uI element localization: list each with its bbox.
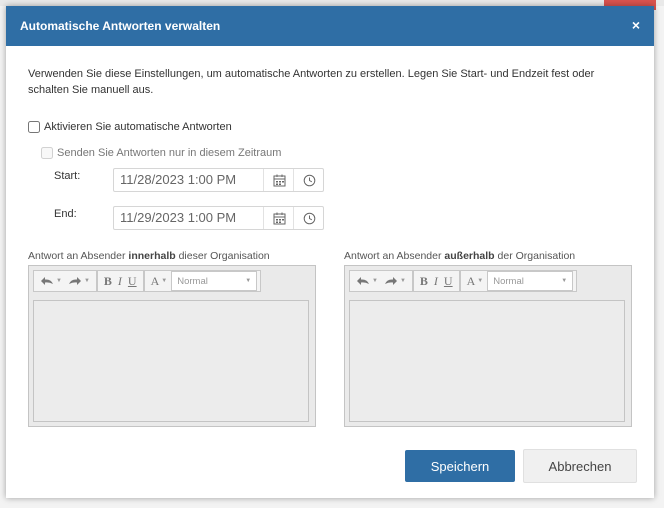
enable-auto-reply-label: Aktivieren Sie automatische Antworten (44, 121, 232, 133)
format-select[interactable]: Normal ▼ (487, 271, 574, 291)
undo-icon[interactable]: ▼ (40, 276, 62, 286)
style-group: A ▼ Normal ▼ (459, 270, 578, 292)
outside-reply-editor: ▼ ▼ B I U A ▼ Normal ▼ (344, 265, 632, 427)
end-label: End: (54, 208, 77, 220)
start-label: Start: (54, 170, 81, 182)
inside-label-bold: innerhalb (128, 250, 176, 262)
format-select-value: Normal (177, 275, 208, 287)
inside-editor-label: Antwort an Absender innerhalb dieser Org… (28, 250, 270, 262)
time-range-checkbox[interactable]: Senden Sie Antworten nur in diesem Zeitr… (41, 147, 281, 159)
calendar-icon[interactable] (263, 169, 294, 191)
underline-button[interactable]: U (444, 274, 453, 289)
inside-reply-editor: ▼ ▼ B I U A ▼ Normal ▼ (28, 265, 316, 427)
clock-icon[interactable] (293, 169, 324, 191)
outside-label-pre: Antwort an Absender (344, 250, 445, 262)
style-group: A ▼ Normal ▼ (143, 270, 262, 292)
save-button[interactable]: Speichern (405, 450, 515, 482)
dialog-title: Automatische Antworten verwalten (20, 19, 221, 33)
time-range-label: Senden Sie Antworten nur in diesem Zeitr… (57, 147, 282, 159)
font-color-dropdown-icon[interactable]: ▼ (161, 278, 167, 284)
inside-reply-textarea[interactable] (33, 300, 309, 422)
time-range-input[interactable] (41, 147, 53, 159)
font-color-label: A (150, 273, 160, 288)
redo-icon[interactable]: ▼ (68, 276, 90, 286)
history-group: ▼ ▼ (349, 270, 413, 292)
close-icon[interactable]: × (632, 17, 640, 33)
outside-reply-textarea[interactable] (349, 300, 625, 422)
undo-dropdown-icon[interactable]: ▼ (372, 278, 378, 284)
redo-dropdown-icon[interactable]: ▼ (84, 278, 90, 284)
font-color-button[interactable]: A ▼ (151, 274, 168, 289)
end-datetime-input[interactable] (114, 207, 266, 227)
format-select-value: Normal (493, 275, 524, 287)
history-group: ▼ ▼ (33, 270, 97, 292)
clock-icon[interactable] (293, 207, 324, 229)
undo-icon[interactable]: ▼ (356, 276, 378, 286)
dialog-titlebar: Automatische Antworten verwalten × (6, 6, 654, 46)
bold-button[interactable]: B (420, 274, 428, 289)
font-color-dropdown-icon[interactable]: ▼ (477, 278, 483, 284)
start-datetime (113, 168, 324, 192)
dropdown-arrow-icon: ▼ (245, 278, 252, 284)
start-datetime-input[interactable] (114, 169, 266, 189)
redo-dropdown-icon[interactable]: ▼ (400, 278, 406, 284)
underline-button[interactable]: U (128, 274, 137, 289)
undo-dropdown-icon[interactable]: ▼ (56, 278, 62, 284)
redo-icon[interactable]: ▼ (384, 276, 406, 286)
enable-auto-reply-input[interactable] (28, 121, 40, 133)
dialog-description: Verwenden Sie diese Einstellungen, um au… (28, 68, 595, 96)
outside-label-bold: außerhalb (444, 250, 495, 262)
format-select[interactable]: Normal ▼ (171, 271, 258, 291)
italic-button[interactable]: I (118, 274, 122, 289)
font-color-label: A (466, 273, 476, 288)
cancel-button[interactable]: Abbrechen (523, 449, 637, 483)
outside-label-post: der Organisation (494, 250, 576, 262)
auto-reply-dialog: Automatische Antworten verwalten × Verwe… (6, 6, 654, 498)
bold-button[interactable]: B (104, 274, 112, 289)
format-group: B I U (412, 270, 460, 292)
font-color-button[interactable]: A ▼ (467, 274, 484, 289)
enable-auto-reply-checkbox[interactable]: Aktivieren Sie automatische Antworten (28, 121, 232, 133)
editor-toolbar: ▼ ▼ B I U A ▼ Normal ▼ (33, 270, 262, 292)
editor-toolbar: ▼ ▼ B I U A ▼ Normal ▼ (349, 270, 578, 292)
outside-editor-label: Antwort an Absender außerhalb der Organi… (344, 250, 575, 262)
dropdown-arrow-icon: ▼ (561, 278, 568, 284)
italic-button[interactable]: I (434, 274, 438, 289)
inside-label-pre: Antwort an Absender (28, 250, 129, 262)
end-datetime (113, 206, 324, 230)
inside-label-post: dieser Organisation (175, 250, 270, 262)
calendar-icon[interactable] (263, 207, 294, 229)
format-group: B I U (96, 270, 144, 292)
